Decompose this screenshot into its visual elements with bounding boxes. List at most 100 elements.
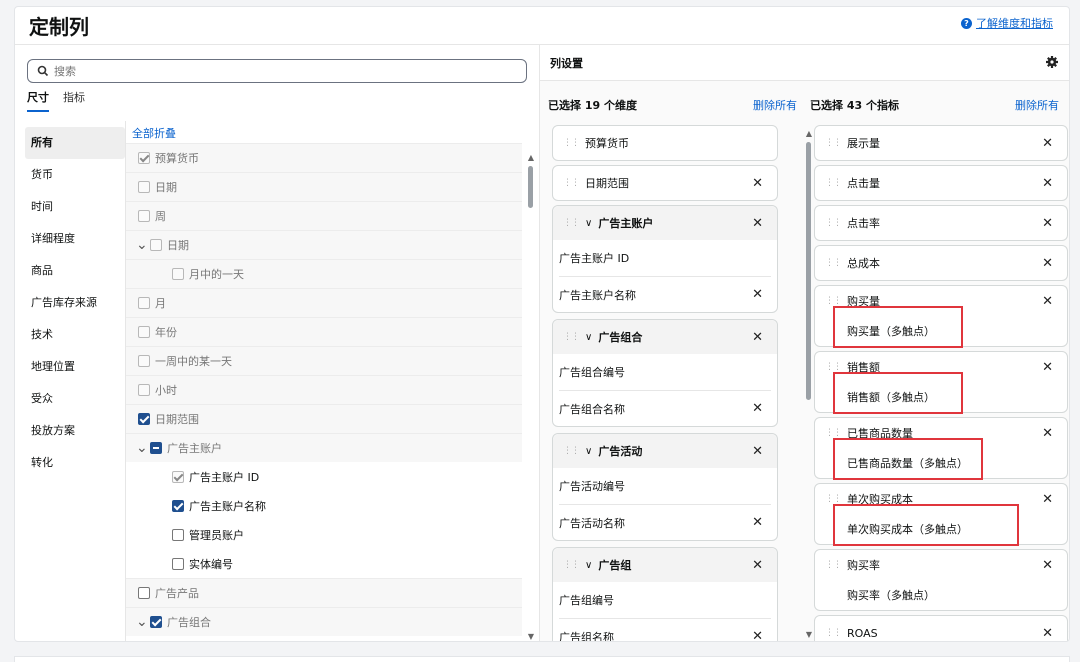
chevron-down-icon[interactable]: ⌄ (136, 238, 150, 252)
close-icon[interactable]: ✕ (752, 401, 763, 416)
dimension-item[interactable]: ⋮⋮ ∨ 广告主账户 ✕ 广告主账户 ID 广告主账户名称 ✕ (552, 205, 778, 313)
close-icon[interactable]: ✕ (752, 176, 763, 191)
delete-all-dimensions-link[interactable]: 删除所有 (753, 97, 797, 113)
tree-row[interactable]: ⌄ 广告组合 (126, 607, 522, 636)
close-icon[interactable]: ✕ (1042, 492, 1053, 507)
metric-item[interactable]: ⋮⋮ 已售商品数量 ✕ 已售商品数量（多触点） (814, 417, 1068, 480)
chevron-down-icon[interactable]: ∨ (585, 332, 592, 343)
dimension-item[interactable]: ⋮⋮ 日期范围 ✕ (552, 165, 778, 201)
metric-item[interactable]: ⋮⋮ ROAS ✕ (814, 615, 1068, 641)
close-icon[interactable]: ✕ (1042, 426, 1053, 441)
metric-item[interactable]: ⋮⋮ 展示量 ✕ (814, 125, 1068, 161)
tree-row[interactable]: 月 (126, 288, 522, 317)
category-item[interactable]: 广告库存来源 (25, 287, 125, 319)
checkbox[interactable] (138, 587, 150, 599)
metric-item[interactable]: ⋮⋮ 总成本 ✕ (814, 245, 1068, 281)
category-item[interactable]: 转化 (25, 447, 125, 479)
chevron-down-icon[interactable]: ⌄ (136, 615, 150, 629)
dimension-group-header[interactable]: ⋮⋮ ∨ 广告活动 ✕ (553, 434, 777, 468)
tree-row[interactable]: 周 (126, 201, 522, 230)
checkbox[interactable] (172, 499, 184, 512)
collapse-all-link[interactable]: 全部折叠 (132, 125, 176, 141)
metric-item[interactable]: ⋮⋮ 点击量 ✕ (814, 165, 1068, 201)
close-icon[interactable]: ✕ (752, 287, 763, 302)
chevron-down-icon[interactable]: ⌄ (136, 441, 150, 455)
close-icon[interactable]: ✕ (752, 515, 763, 530)
scroll-up-icon[interactable]: ▲ (1067, 129, 1070, 138)
close-icon[interactable]: ✕ (752, 629, 763, 641)
dimension-item[interactable]: ⋮⋮ ∨ 广告组合 ✕ 广告组合编号 广告组合名称 ✕ (552, 319, 778, 427)
category-item[interactable]: 地理位置 (25, 351, 125, 383)
chevron-down-icon[interactable]: ∨ (585, 560, 592, 571)
tree-row[interactable]: 管理员账户 (126, 520, 522, 549)
drag-handle-icon[interactable]: ⋮⋮ (825, 296, 842, 306)
category-item[interactable]: 受众 (25, 383, 125, 415)
dimension-group-header[interactable]: ⋮⋮ ∨ 广告组合 ✕ (553, 320, 777, 354)
tree-row[interactable]: 日期 (126, 172, 522, 201)
scroll-thumb[interactable] (1069, 142, 1070, 292)
metric-item[interactable]: ⋮⋮ 购买量 ✕ 购买量（多触点） (814, 285, 1068, 348)
tree-row[interactable]: 广告主账户名称 (126, 491, 522, 520)
drag-handle-icon[interactable]: ⋮⋮ (825, 494, 842, 504)
tree-row[interactable]: ⌄ 广告主账户 (126, 433, 522, 462)
drag-handle-icon[interactable]: ⋮⋮ (563, 332, 580, 342)
help-link-label[interactable]: 了解维度和指标 (976, 15, 1053, 31)
dimension-group-header[interactable]: ⋮⋮ ∨ 广告主账户 ✕ (553, 206, 777, 240)
category-item[interactable]: 货币 (25, 159, 125, 191)
scroll-up-icon[interactable]: ▲ (526, 153, 536, 162)
search-input[interactable] (54, 62, 514, 80)
drag-handle-icon[interactable]: ⋮⋮ (825, 628, 842, 638)
close-icon[interactable]: ✕ (1042, 294, 1053, 309)
close-icon[interactable]: ✕ (752, 444, 763, 459)
drag-handle-icon[interactable]: ⋮⋮ (825, 178, 842, 188)
category-item[interactable]: 所有 (25, 127, 125, 159)
dimensions-scrollbar[interactable]: ▲ ▼ (804, 129, 814, 639)
help-link[interactable]: ? 了解维度和指标 (961, 15, 1053, 31)
close-icon[interactable]: ✕ (1042, 176, 1053, 191)
search-box[interactable] (27, 59, 527, 83)
drag-handle-icon[interactable]: ⋮⋮ (825, 362, 842, 372)
close-icon[interactable]: ✕ (1042, 216, 1053, 231)
dimension-item[interactable]: ⋮⋮ ∨ 广告组 ✕ 广告组编号 广告组名称 ✕ (552, 547, 778, 641)
category-item[interactable]: 技术 (25, 319, 125, 351)
drag-handle-icon[interactable]: ⋮⋮ (563, 218, 580, 228)
metrics-scrollbar[interactable]: ▲ ▼ (1067, 129, 1070, 639)
drag-handle-icon[interactable]: ⋮⋮ (563, 178, 580, 188)
metric-item[interactable]: ⋮⋮ 点击率 ✕ (814, 205, 1068, 241)
scroll-down-icon[interactable]: ▼ (526, 632, 536, 641)
chevron-down-icon[interactable]: ∨ (585, 218, 592, 229)
metric-item[interactable]: ⋮⋮ 单次购买成本 ✕ 单次购买成本（多触点） (814, 483, 1068, 546)
checkbox[interactable] (150, 442, 162, 454)
tree-row[interactable]: ⌄ 日期 (126, 230, 522, 259)
drag-handle-icon[interactable]: ⋮⋮ (825, 138, 842, 148)
tree-row[interactable]: 月中的一天 (126, 259, 522, 288)
tree-row[interactable]: 日期范围 (126, 404, 522, 433)
gear-icon[interactable] (1045, 55, 1059, 69)
scroll-thumb[interactable] (528, 166, 533, 208)
scroll-down-icon[interactable]: ▼ (804, 630, 814, 639)
close-icon[interactable]: ✕ (752, 216, 763, 231)
close-icon[interactable]: ✕ (1042, 626, 1053, 641)
close-icon[interactable]: ✕ (1042, 256, 1053, 271)
category-item[interactable]: 详细程度 (25, 223, 125, 255)
drag-handle-icon[interactable]: ⋮⋮ (563, 138, 580, 148)
drag-handle-icon[interactable]: ⋮⋮ (825, 258, 842, 268)
tree-row[interactable]: 小时 (126, 375, 522, 404)
delete-all-metrics-link[interactable]: 删除所有 (1015, 97, 1059, 113)
drag-handle-icon[interactable]: ⋮⋮ (563, 446, 580, 456)
checkbox[interactable] (172, 528, 184, 541)
category-item[interactable]: 投放方案 (25, 415, 125, 447)
metric-item[interactable]: ⋮⋮ 购买率 ✕ 购买率（多触点） (814, 549, 1068, 611)
tab-metrics[interactable]: 指标 (63, 89, 85, 112)
scroll-down-icon[interactable]: ▼ (1067, 630, 1070, 639)
close-icon[interactable]: ✕ (1042, 360, 1053, 375)
dimension-item[interactable]: ⋮⋮ ∨ 广告活动 ✕ 广告活动编号 广告活动名称 ✕ (552, 433, 778, 541)
tree-row[interactable]: 广告主账户 ID (126, 462, 522, 491)
close-icon[interactable]: ✕ (1042, 136, 1053, 151)
tab-dimensions[interactable]: 尺寸 (27, 89, 49, 112)
category-item[interactable]: 时间 (25, 191, 125, 223)
metric-item[interactable]: ⋮⋮ 销售额 ✕ 销售额（多触点） (814, 351, 1068, 414)
tree-scrollbar[interactable]: ▲ ▼ (526, 153, 536, 641)
checkbox[interactable] (172, 557, 184, 570)
close-icon[interactable]: ✕ (1042, 558, 1053, 573)
